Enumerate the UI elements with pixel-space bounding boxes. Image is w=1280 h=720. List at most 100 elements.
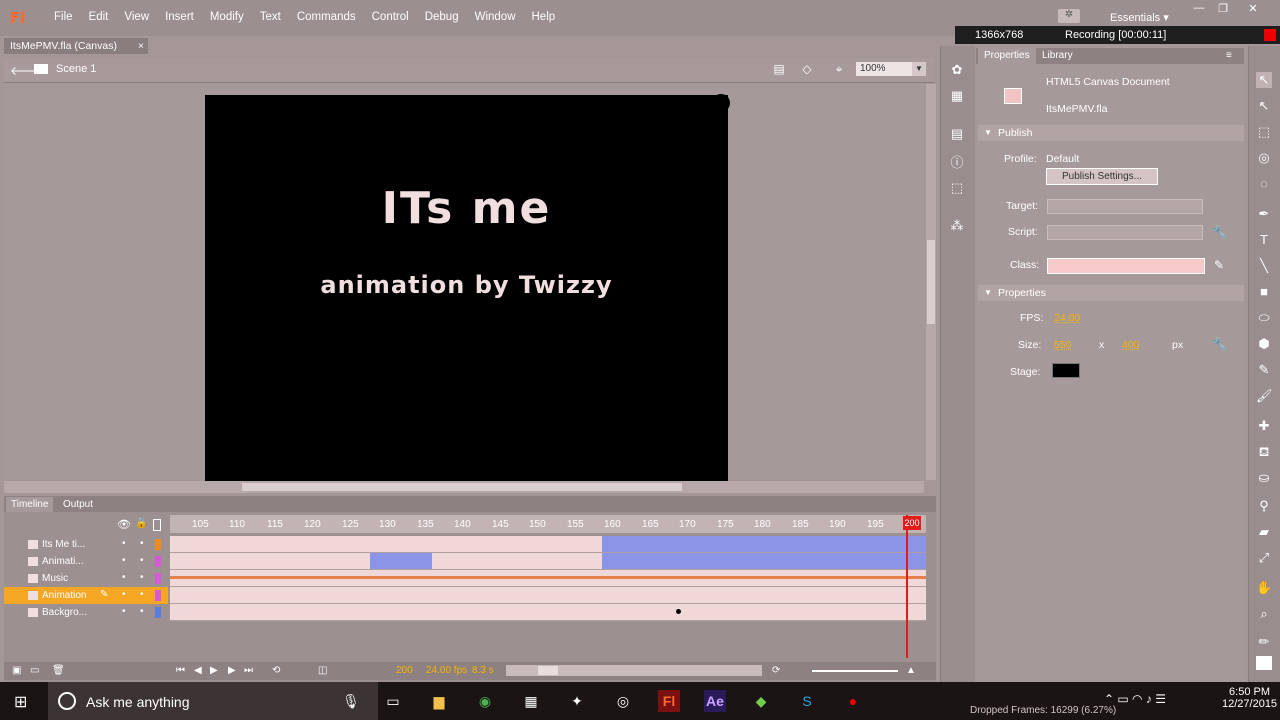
visibility-dot[interactable]: • [122,606,126,617]
windows-start-icon[interactable]: ⊞ [14,692,34,711]
lock-dot[interactable]: • [140,572,144,583]
visibility-dot[interactable]: • [122,589,126,600]
app-icon[interactable]: ✦ [566,690,588,712]
last-frame-icon[interactable]: ⏭ [244,665,253,676]
edit-symbol-icon[interactable]: ◇ [798,62,816,76]
stage-canvas[interactable]: ITs me animation by Twizzy [205,95,728,481]
panel-menu-icon[interactable]: ≡ [1226,50,1232,61]
zoom-mountain-icon[interactable]: ▲ [906,665,916,676]
components-icon[interactable]: ⁂ [948,218,966,234]
file-explorer-icon[interactable]: ▆ [428,690,450,712]
new-folder-icon[interactable]: ▭ [30,665,39,676]
vertical-scroll-thumb[interactable] [927,240,935,324]
new-layer-icon[interactable]: ▣ [12,665,21,676]
chrome-icon[interactable]: ◉ [474,690,496,712]
frame-track[interactable] [170,587,926,604]
eraser-icon[interactable]: ▰ [1256,524,1272,540]
menu-window[interactable]: Window [467,11,524,23]
layer-row[interactable]: Animati... • • [4,553,168,570]
delete-icon[interactable]: 🗑 [52,665,65,676]
frame-track[interactable] [170,604,926,621]
microphone-icon[interactable]: 🎙 [340,690,362,712]
zoom-input[interactable]: 100% [856,62,912,76]
visibility-dot[interactable]: • [122,555,126,566]
hand-tool-icon[interactable]: ✋ [1256,580,1272,596]
stroke-color-icon[interactable]: ✏ [1256,634,1272,650]
playhead-frame[interactable]: 200 [903,516,921,530]
horizontal-scroll-thumb[interactable] [242,483,682,491]
outline-icon[interactable] [153,519,161,531]
clock[interactable]: 6:50 PM 12/27/2015 [1222,686,1277,710]
selection-tool-icon[interactable]: ↖ [1256,72,1272,88]
height-value[interactable]: 400 [1122,339,1140,351]
menu-modify[interactable]: Modify [202,11,252,23]
polystar-tool-icon[interactable]: ⬢ [1256,336,1272,352]
after-effects-icon[interactable]: Ae [704,690,726,712]
transform-icon[interactable]: ⬚ [948,180,966,196]
layer-row[interactable]: Its Me ti... • • [4,536,168,553]
lock-dot[interactable]: • [140,538,144,549]
obs-icon[interactable]: ◎ [612,690,634,712]
frame-rate[interactable]: 24.00 fps [426,665,467,676]
visibility-dot[interactable]: • [122,572,126,583]
layer-color-swatch[interactable] [155,607,161,618]
menu-debug[interactable]: Debug [417,11,467,23]
store-icon[interactable]: ▦ [520,690,542,712]
elapsed-time[interactable]: 8.3 s [472,665,494,676]
lock-dot[interactable]: • [140,555,144,566]
task-view-icon[interactable]: ▭ [382,690,404,712]
camtasia-icon[interactable]: ◆ [750,690,772,712]
tab-output[interactable]: Output [58,497,98,512]
record-icon[interactable]: ● [842,690,864,712]
frame-track[interactable] [170,553,926,570]
tray-icons[interactable]: ⌃ ▭ ◠ ♪ ☰ [1104,692,1166,706]
menu-commands[interactable]: Commands [289,11,364,23]
wrench-icon[interactable]: 🔧 [1212,225,1227,239]
tween-span[interactable] [370,553,432,569]
keyframe[interactable] [676,609,681,614]
first-frame-icon[interactable]: ⏮ [176,665,185,676]
free-transform-icon[interactable]: ⬚ [1256,124,1272,140]
eyedropper-icon[interactable]: ⚲ [1256,498,1272,514]
tween-span[interactable] [602,553,926,569]
document-tab[interactable]: ItsMePMV.fla (Canvas) × [4,38,148,54]
target-select[interactable] [1047,199,1203,214]
lock-icon[interactable]: 🔒 [135,518,147,529]
eye-icon[interactable]: 👁 [117,518,131,531]
color-icon[interactable]: ✿ [948,62,966,78]
stop-record-icon[interactable] [1264,29,1276,41]
fps-value[interactable]: 24.00 [1054,312,1080,324]
timeline-zoom-slider[interactable] [812,670,898,672]
menu-file[interactable]: File [46,11,81,23]
tween-span[interactable] [602,536,926,552]
width-tool-icon[interactable]: ⤢ [1256,550,1272,566]
publish-section[interactable]: Publish [978,125,1244,141]
layer-color-swatch[interactable] [155,573,161,584]
timeline-hscroll[interactable] [506,665,762,676]
class-input[interactable] [1047,258,1205,274]
frame-track[interactable] [170,536,926,553]
scale-content-icon[interactable]: 🔧 [1212,337,1227,351]
workspace-switcher[interactable]: Essentials ▾ [1110,11,1169,24]
visibility-dot[interactable]: • [122,538,126,549]
layer-color-swatch[interactable] [155,539,161,550]
center-frame-icon[interactable]: ⟳ [772,665,780,676]
rectangle-tool-icon[interactable]: ■ [1256,284,1272,300]
bone-tool-icon[interactable]: ✚ [1256,418,1272,434]
layer-row[interactable]: Music • • [4,570,168,587]
cortana-icon[interactable] [58,692,76,710]
lasso-icon[interactable]: ◌ [1256,176,1272,192]
step-back-icon[interactable]: ◀ [194,665,202,676]
tab-timeline[interactable]: Timeline [6,497,54,512]
properties-section[interactable]: Properties [978,285,1244,301]
skype-icon[interactable]: S [796,690,818,712]
center-stage-icon[interactable]: ⌖ [830,62,848,76]
zoom-tool-icon[interactable]: ⌕ [1256,606,1272,622]
menu-view[interactable]: View [116,11,157,23]
play-icon[interactable]: ▶ [210,665,218,676]
script-select[interactable] [1047,225,1203,240]
stage-color-swatch[interactable] [1052,363,1080,378]
ink-bottle-icon[interactable]: ⛀ [1256,470,1272,486]
lock-dot[interactable]: • [140,606,144,617]
publish-settings-button[interactable]: Publish Settings... [1046,168,1158,185]
